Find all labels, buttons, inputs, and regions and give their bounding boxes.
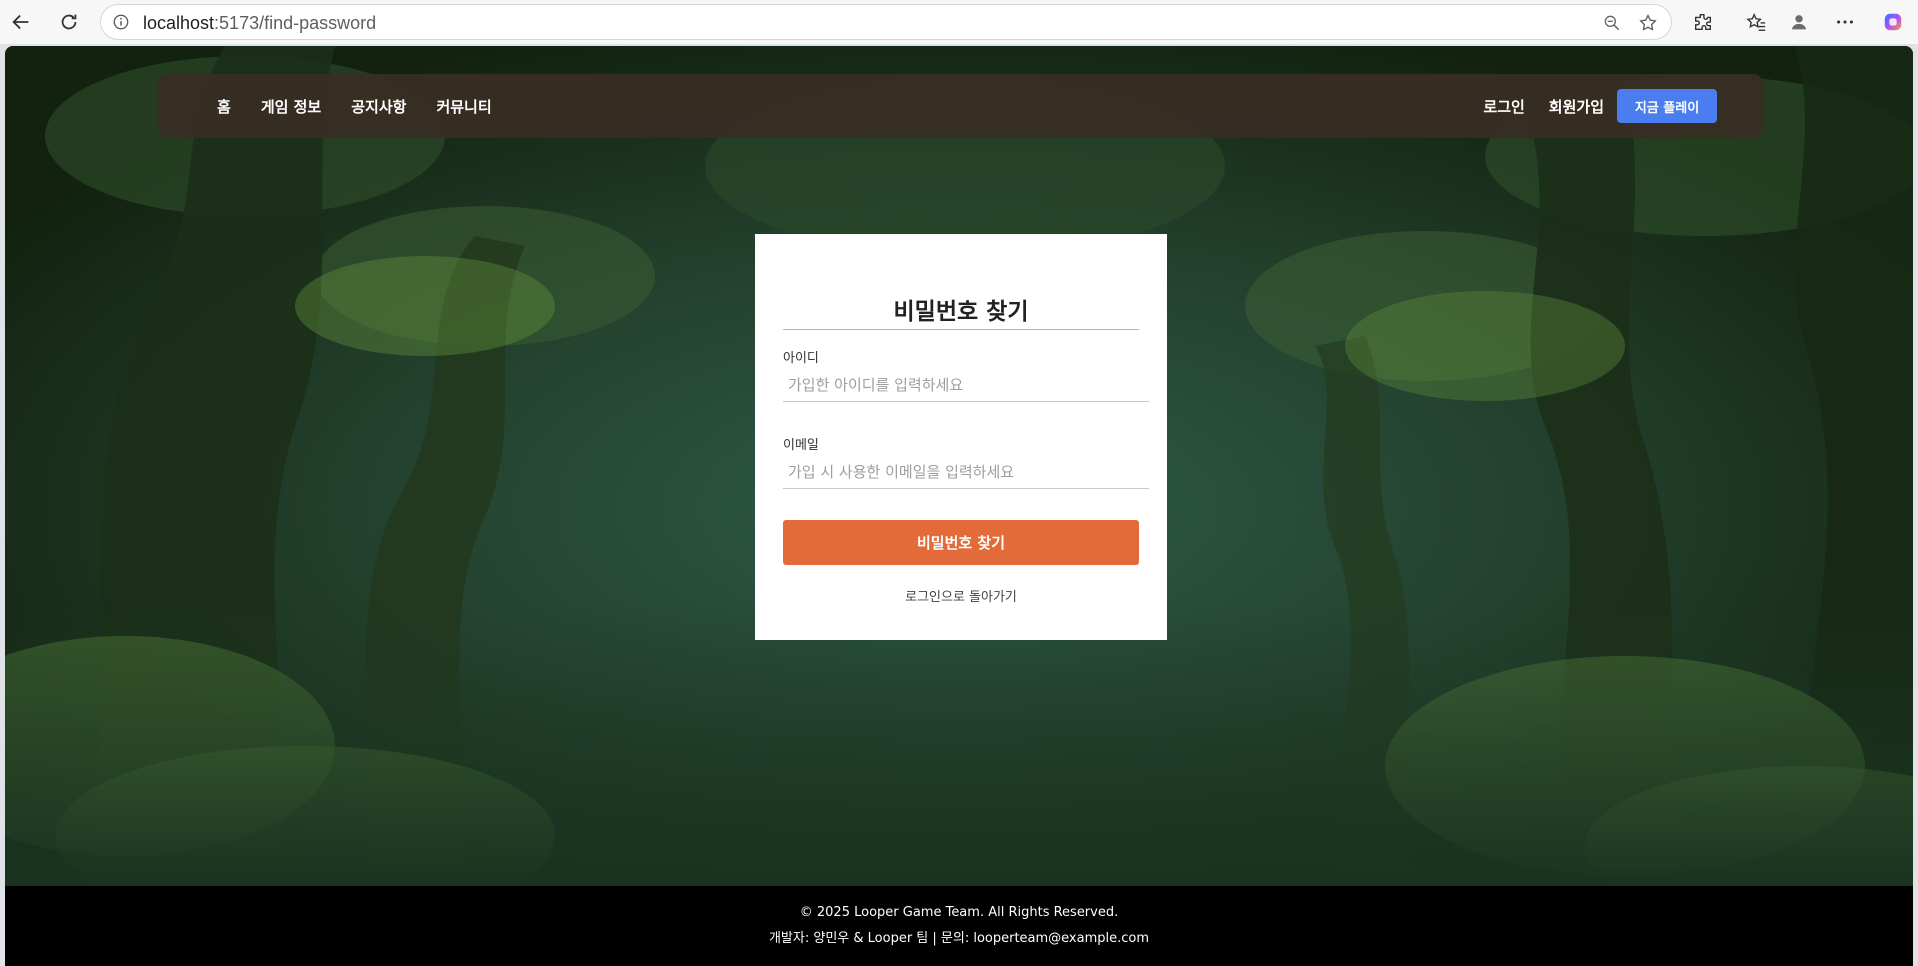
card-title: 비밀번호 찾기 (893, 299, 1029, 325)
page-viewport: 홈 게임 정보 공지사항 커뮤니티 로그인 회원가입 지금 플레이 비밀번호 찾… (5, 46, 1913, 966)
email-label: 이메일 (783, 438, 819, 453)
reload-icon[interactable] (52, 5, 86, 39)
nav-link-community[interactable]: 커뮤니티 (436, 96, 491, 117)
address-bar[interactable]: localhost:5173/find-password (100, 4, 1672, 40)
more-icon[interactable] (1828, 5, 1862, 39)
title-divider (783, 329, 1139, 330)
copilot-icon[interactable] (1876, 5, 1910, 39)
star-icon[interactable] (1635, 10, 1661, 36)
url-text[interactable]: localhost:5173/find-password (143, 13, 376, 34)
nav-link-home[interactable]: 홈 (217, 96, 231, 117)
browser-toolbar: localhost:5173/find-password (0, 0, 1918, 44)
nav-link-game-info[interactable]: 게임 정보 (261, 96, 321, 117)
id-label: 아이디 (783, 351, 819, 366)
back-to-login-link[interactable]: 로그인으로 돌아가기 (783, 586, 1139, 605)
url-path: :5173/find-password (214, 13, 377, 33)
url-host: localhost (143, 13, 215, 33)
nav-signup-link[interactable]: 회원가입 (1549, 96, 1604, 117)
find-password-button[interactable]: 비밀번호 찾기 (783, 520, 1139, 565)
nav-link-notices[interactable]: 공지사항 (351, 96, 406, 117)
nav-login-link[interactable]: 로그인 (1483, 96, 1524, 117)
back-arrow-icon[interactable] (4, 5, 38, 39)
site-info-icon[interactable] (111, 12, 131, 32)
page-footer: © 2025 Looper Game Team. All Rights Rese… (5, 886, 1913, 966)
footer-copyright: © 2025 Looper Game Team. All Rights Rese… (799, 905, 1119, 920)
extensions-icon[interactable] (1686, 5, 1720, 39)
zoom-out-icon[interactable] (1599, 10, 1625, 36)
footer-contact: 개발자: 양민우 & Looper 팀 | 문의: looperteam@exa… (768, 931, 1150, 946)
find-password-card: 비밀번호 찾기 아이디 이메일 비밀번호 찾기 로그인으로 돌아가기 (755, 234, 1167, 640)
email-input[interactable] (783, 455, 1149, 489)
id-input[interactable] (783, 368, 1149, 402)
top-navigation: 홈 게임 정보 공지사항 커뮤니티 로그인 회원가입 지금 플레이 (158, 74, 1763, 138)
profile-icon[interactable] (1782, 5, 1816, 39)
favorites-icon[interactable] (1739, 5, 1773, 39)
play-now-button[interactable]: 지금 플레이 (1617, 89, 1717, 123)
